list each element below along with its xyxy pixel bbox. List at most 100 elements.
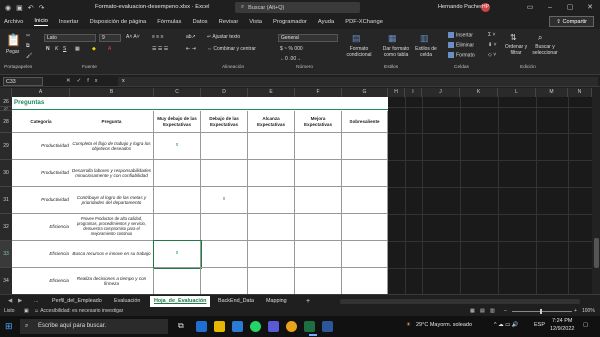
empty-grid-area[interactable] <box>388 97 600 294</box>
font-size-select[interactable]: 9 <box>99 34 121 42</box>
language-indicator[interactable]: ESP <box>534 322 545 328</box>
windows-start-icon[interactable]: ⊞ <box>5 321 13 332</box>
rating-cell[interactable] <box>248 187 295 214</box>
rating-cell[interactable] <box>342 268 388 294</box>
font-color-icon[interactable]: A <box>108 46 111 52</box>
row-header[interactable]: 30 <box>0 160 12 187</box>
menu-insertar[interactable]: Insertar <box>59 19 79 25</box>
tab-evaluacion[interactable]: Evaluación <box>110 296 144 307</box>
merge-center-button[interactable]: ⇔ Combinar y centrar <box>207 46 256 52</box>
rating-cell[interactable] <box>248 133 295 160</box>
row-header[interactable]: 34 <box>0 268 12 294</box>
find-select-button[interactable]: Buscar y seleccionar <box>530 44 560 56</box>
notifications-icon[interactable]: ▢ <box>583 322 588 328</box>
add-sheet-button[interactable]: + <box>302 296 314 307</box>
teams-icon[interactable] <box>268 321 279 332</box>
bold-icon[interactable]: N <box>46 46 50 52</box>
avatar[interactable]: HP <box>481 3 490 12</box>
wrap-text-button[interactable]: ↵ Ajustar texto <box>207 34 240 40</box>
align-left-icon[interactable]: ☰ ☰ ☰ <box>152 46 168 52</box>
rating-cell[interactable] <box>295 214 342 241</box>
autosave-icon[interactable]: ◉ <box>5 4 11 12</box>
rating-cell[interactable] <box>154 187 201 214</box>
rating-cell[interactable] <box>342 187 388 214</box>
whatsapp-icon[interactable] <box>250 321 261 332</box>
menu-vista[interactable]: Vista <box>249 19 262 25</box>
file-explorer-icon[interactable] <box>214 321 225 332</box>
rating-cell[interactable] <box>295 133 342 160</box>
rating-cell[interactable] <box>248 160 295 187</box>
menu-datos[interactable]: Datos <box>192 19 207 25</box>
formula-input[interactable]: x <box>118 77 598 86</box>
edge-icon[interactable] <box>196 321 207 332</box>
row-header[interactable]: 32 <box>0 214 12 241</box>
scrollbar-thumb[interactable] <box>594 238 599 268</box>
zoom-out-icon[interactable]: – <box>504 308 507 314</box>
table-row-question[interactable]: Completa el flujo de trabajo y logra los… <box>70 133 154 160</box>
menu-inicio[interactable]: Inicio <box>34 18 48 26</box>
fx-icon[interactable]: fx <box>87 78 103 84</box>
row-header[interactable]: 28 <box>0 111 12 133</box>
zoom-slider[interactable] <box>512 311 572 312</box>
save-icon[interactable]: ▣ <box>16 4 23 12</box>
clock-date[interactable]: 12/9/2022 <box>550 326 574 332</box>
font-grow-icon[interactable]: A˄ A˅ <box>126 34 140 40</box>
row-header[interactable]: 29 <box>0 133 12 160</box>
orientation-icon[interactable]: ab↗ <box>186 34 196 40</box>
font-name-select[interactable]: Lato <box>44 34 96 42</box>
maximize-icon[interactable]: ▢ <box>560 0 580 15</box>
paste-icon[interactable]: 📋 <box>6 33 21 47</box>
column-header[interactable]: D <box>201 88 248 97</box>
selected-rating-cell[interactable]: x <box>153 240 202 269</box>
table-row-category[interactable]: Eficiencia <box>12 241 70 268</box>
view-layout-icon[interactable]: ▤ <box>480 308 485 314</box>
rating-cell[interactable] <box>295 268 342 294</box>
tray-icons[interactable]: ^ ☁ ▭ 🔊 <box>494 322 519 328</box>
status-macro-icon[interactable]: ▣ <box>24 308 29 314</box>
excel-icon[interactable] <box>304 321 315 332</box>
menu-ayuda[interactable]: Ayuda <box>318 19 334 25</box>
header-muy-debajo[interactable]: Muy debajo de las Expectativas <box>154 111 201 133</box>
tab-mapping[interactable]: Mapping <box>262 296 291 307</box>
vertical-scrollbar[interactable] <box>592 88 600 294</box>
fill-icon[interactable]: ⬇ ˅ <box>488 42 497 48</box>
header-mejora[interactable]: Mejora Expectativas <box>295 111 342 133</box>
table-row-category[interactable]: Productividad <box>12 133 70 160</box>
find-select-icon[interactable]: ⌕ <box>538 33 542 43</box>
sort-filter-button[interactable]: Ordenar y filtrar <box>504 44 528 56</box>
rating-cell[interactable] <box>201 214 248 241</box>
rating-cell[interactable] <box>201 160 248 187</box>
header-sobresaliente[interactable]: Sobresaliente <box>342 111 388 133</box>
user-name[interactable]: Hernando Pacheco <box>438 4 486 10</box>
cell-styles-button[interactable]: Estilos de celda <box>414 46 438 58</box>
table-row-question[interactable]: Provee Productos de alta calidad, progra… <box>70 214 154 241</box>
table-row-category[interactable]: Eficiencia <box>12 214 70 241</box>
enter-icon[interactable]: ✓ <box>77 78 88 84</box>
zoom-in-icon[interactable]: + <box>574 308 577 314</box>
rating-cell[interactable] <box>201 268 248 294</box>
accessibility-status[interactable]: ☺ Accesibilidad: es necesario investigar <box>34 308 123 314</box>
table-row-category[interactable]: Eficiencia <box>12 268 70 294</box>
minimize-icon[interactable]: – <box>540 0 560 15</box>
menu-programador[interactable]: Programador <box>273 19 307 25</box>
delete-cells-button[interactable]: Eliminar <box>448 42 474 48</box>
menu-revisar[interactable]: Revisar <box>219 19 239 25</box>
indent-icon[interactable]: ⇤ ⇥ <box>186 46 196 52</box>
rating-cell[interactable] <box>295 160 342 187</box>
rating-cell[interactable] <box>248 268 295 294</box>
rating-cell[interactable] <box>248 241 295 268</box>
ribbon-options-icon[interactable]: ▭ <box>520 0 540 15</box>
mail-icon[interactable] <box>232 321 243 332</box>
weather-text[interactable]: 29°C Mayorm. soleado <box>416 322 472 328</box>
fill-color-icon[interactable]: ◆ <box>92 46 96 52</box>
weather-icon[interactable]: ☀ <box>406 322 411 328</box>
format-cells-button[interactable]: Formato <box>448 52 475 58</box>
table-row-category[interactable]: Productividad <box>12 187 70 214</box>
rating-cell[interactable] <box>295 187 342 214</box>
rating-cell[interactable]: x <box>201 187 248 214</box>
tab-hoja-evaluacion[interactable]: Hoja_de_Evaluación <box>150 296 211 307</box>
currency-icon[interactable]: $ ~ % 000 <box>280 46 303 52</box>
zoom-level[interactable]: 100% <box>582 308 595 314</box>
rating-cell[interactable] <box>201 241 248 268</box>
rating-cell[interactable] <box>342 214 388 241</box>
